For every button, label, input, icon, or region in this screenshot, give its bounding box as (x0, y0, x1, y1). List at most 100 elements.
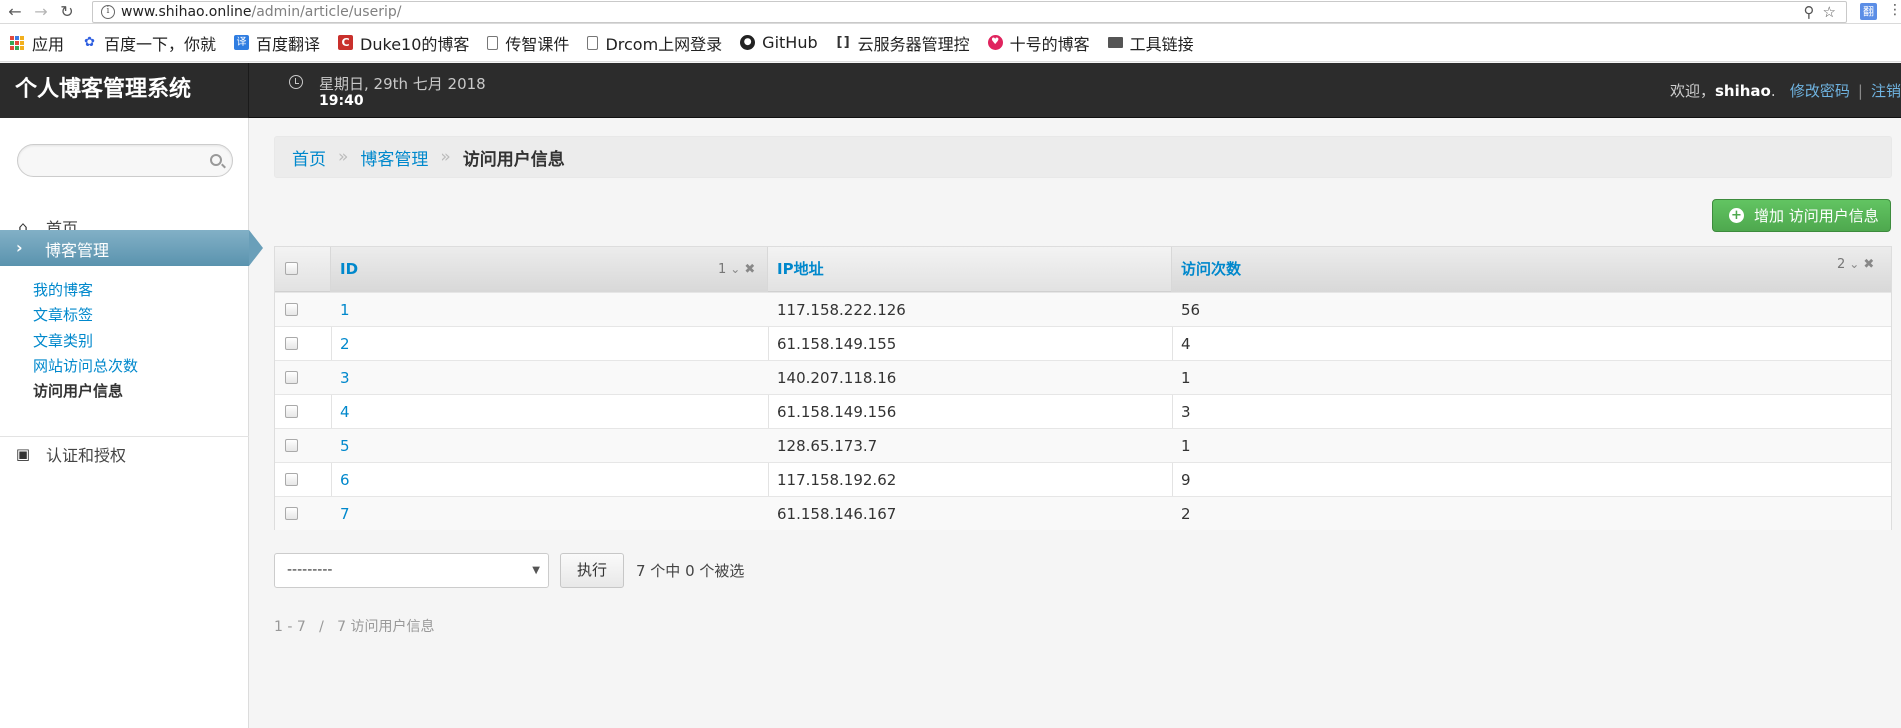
page-icon (487, 35, 499, 50)
row-checkbox[interactable] (285, 337, 298, 350)
url-path: /admin/article/userip/ (251, 4, 402, 20)
sidebar-item-auth[interactable]: ▣ 认证和授权 (0, 437, 249, 471)
row-ip: 61.158.149.156 (777, 403, 897, 421)
sort-priority: 2 (1837, 257, 1846, 272)
sidebar-subitem-tags[interactable]: 文章标签 (33, 304, 93, 325)
app-header: 个人博客管理系统 星期日, 29th 七月 2018 19:40 欢迎，shih… (0, 63, 1901, 118)
row-id-link[interactable]: 6 (340, 463, 350, 497)
cloud-icon: [ ] (836, 35, 850, 50)
folder-icon (1107, 37, 1123, 48)
table-row: 7 61.158.146.167 2 (275, 496, 1891, 530)
row-id-link[interactable]: 5 (340, 429, 350, 463)
row-count: 1 (1181, 437, 1191, 455)
sidebar-item-blog-admin[interactable]: › 博客管理 (0, 230, 263, 266)
browser-menu-icon[interactable]: ⋮ (1888, 2, 1901, 18)
select-all-cell (275, 247, 331, 292)
translate-icon: 译 (234, 35, 250, 50)
breadcrumb-home[interactable]: 首页 (292, 145, 326, 170)
breadcrumb-current: 访问用户信息 (462, 149, 565, 170)
sidebar-item-label: 博客管理 (45, 241, 110, 260)
remove-sort-icon[interactable]: ✖ (744, 262, 755, 277)
row-ip: 61.158.149.155 (777, 335, 897, 353)
url-host: www.shihao.online (121, 4, 252, 20)
bookmark-courseware[interactable]: 传智课件 (487, 31, 569, 55)
count-sort-controls[interactable]: 2 ⌄ ✖ (1837, 242, 1874, 287)
sort-priority: 1 (718, 262, 727, 277)
row-count: 56 (1181, 301, 1201, 319)
action-select[interactable]: --------- ▼ (274, 553, 549, 588)
bookmark-apps[interactable]: 应用 (10, 31, 64, 55)
pagination-info: 1 - 7 / 7 访问用户信息 (274, 619, 435, 635)
welcome-text: 欢迎， (1669, 82, 1715, 100)
sidebar-subitem-my-blog[interactable]: 我的博客 (33, 279, 93, 300)
forward-icon[interactable]: → (30, 1, 52, 23)
row-count: 4 (1181, 335, 1191, 353)
page-icon (587, 35, 599, 50)
sidebar: ⌂ 首页 › 博客管理 我的博客 文章标签 文章类别 网站访问总次数 访问用户信… (0, 118, 263, 728)
bookmark-cloud-console[interactable]: [ ] 云服务器管理控 (836, 31, 970, 55)
sidebar-search-input[interactable] (17, 144, 233, 177)
column-header-id[interactable]: ID 1 ⌄ ✖ (331, 247, 768, 292)
plus-circle-icon: + (1729, 208, 1744, 223)
bookmark-ten-blog[interactable]: ♥ 十号的博客 (987, 31, 1090, 55)
sidebar-subitem-site-visits[interactable]: 网站访问总次数 (33, 355, 138, 376)
row-checkbox[interactable] (285, 473, 298, 486)
header-divider: | (1857, 82, 1863, 100)
row-ip: 61.158.146.167 (777, 505, 897, 523)
table-header: ID 1 ⌄ ✖ IP地址 访问次数 2 ⌄ ✖ (275, 247, 1891, 292)
reload-icon[interactable]: ↻ (56, 1, 78, 23)
row-checkbox[interactable] (285, 371, 298, 384)
row-checkbox[interactable] (285, 405, 298, 418)
add-visitor-button[interactable]: + 增加 访问用户信息 (1712, 199, 1891, 232)
csdn-icon: C (338, 35, 354, 50)
bookmark-tools-folder[interactable]: 工具链接 (1107, 31, 1194, 55)
heart-icon: ♥ (987, 35, 1003, 50)
sidebar-subitem-visitor-info[interactable]: 访问用户信息 (33, 380, 123, 401)
column-header-ip[interactable]: IP地址 (768, 247, 1172, 292)
bookmarks-bar: 应用 ✿ 百度一下，你就 译 百度翻译 C Duke10的博客 传智课件 Drc… (0, 24, 1901, 62)
breadcrumb-blog-admin[interactable]: 博客管理 (360, 145, 428, 170)
star-icon[interactable]: ☆ (1823, 3, 1836, 21)
row-id-link[interactable]: 3 (340, 361, 350, 395)
search-icon[interactable] (210, 154, 222, 166)
row-id-link[interactable]: 7 (340, 497, 350, 531)
dropdown-caret-icon: ▼ (532, 565, 540, 576)
bookmark-csdn-blog[interactable]: C Duke10的博客 (338, 31, 469, 55)
address-bar[interactable]: i www.shihao.online/admin/article/userip… (92, 1, 1847, 23)
time-text: 19:40 (319, 93, 364, 109)
sort-desc-icon[interactable]: ⌄ (730, 262, 740, 276)
row-checkbox[interactable] (285, 303, 298, 316)
run-action-button[interactable]: 执行 (560, 553, 624, 588)
change-password-link[interactable]: 修改密码 (1790, 82, 1850, 100)
row-checkbox[interactable] (285, 439, 298, 452)
site-brand[interactable]: 个人博客管理系统 (0, 63, 249, 118)
row-id-link[interactable]: 2 (340, 327, 350, 361)
row-ip: 140.207.118.16 (777, 369, 897, 387)
select-all-checkbox[interactable] (285, 262, 298, 275)
translate-extension-icon[interactable]: 翻 (1860, 3, 1877, 20)
site-info-icon[interactable]: i (101, 5, 115, 19)
row-id-link[interactable]: 1 (340, 293, 350, 327)
id-sort-controls[interactable]: 1 ⌄ ✖ (718, 247, 755, 292)
table-row: 3 140.207.118.16 1 (275, 360, 1891, 394)
sort-desc-icon[interactable]: ⌄ (1849, 257, 1859, 271)
github-icon: ● (740, 35, 756, 50)
browser-toolbar: ← → ↻ i www.shihao.online/admin/article/… (0, 0, 1901, 24)
row-id-link[interactable]: 4 (340, 395, 350, 429)
sidebar-subitem-categories[interactable]: 文章类别 (33, 330, 93, 351)
column-header-count[interactable]: 访问次数 2 ⌄ ✖ (1172, 247, 1891, 292)
logout-link[interactable]: 注销 (1871, 82, 1901, 100)
bookmark-baidu-translate[interactable]: 译 百度翻译 (234, 31, 320, 55)
row-checkbox[interactable] (285, 507, 298, 520)
remove-sort-icon[interactable]: ✖ (1863, 257, 1874, 272)
table-row: 2 61.158.149.155 4 (275, 326, 1891, 360)
table-row: 1 117.158.222.126 56 (275, 292, 1891, 326)
zoom-icon[interactable]: ⚲ (1804, 3, 1815, 21)
bookmark-baidu[interactable]: ✿ 百度一下，你就 (82, 31, 216, 55)
row-count: 9 (1181, 471, 1191, 489)
bookmark-drcom[interactable]: Drcom上网登录 (587, 31, 722, 55)
add-button-label: 增加 访问用户信息 (1754, 207, 1879, 225)
back-icon[interactable]: ← (4, 1, 26, 23)
bookmark-github[interactable]: ● GitHub (740, 33, 818, 52)
action-select-value: --------- (287, 562, 333, 578)
